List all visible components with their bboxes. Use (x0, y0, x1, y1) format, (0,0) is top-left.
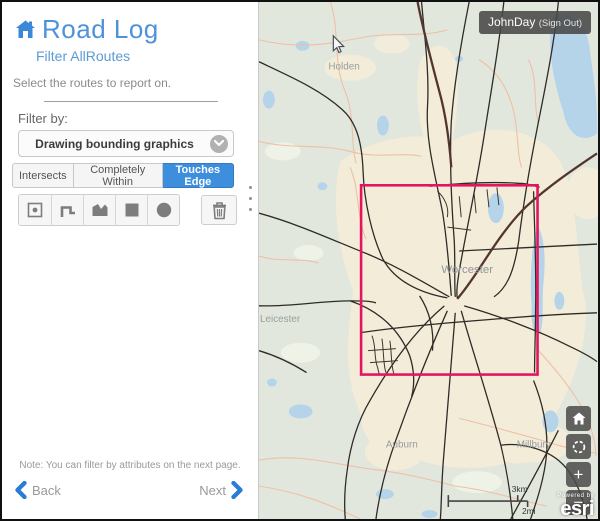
draw-polygon-button[interactable] (83, 195, 115, 225)
draw-circle-button[interactable] (147, 195, 179, 225)
draw-polyline-button[interactable] (51, 195, 83, 225)
user-badge[interactable]: JohnDay (Sign Out) (479, 11, 591, 34)
draw-rectangle-icon (124, 202, 140, 218)
dropdown-selected-value: Drawing bounding graphics (19, 137, 210, 151)
mode-intersects-button[interactable]: Intersects (12, 163, 74, 188)
trash-icon (211, 201, 228, 220)
panel-resize-handle[interactable] (249, 186, 252, 211)
sign-out-link[interactable]: (Sign Out) (539, 18, 582, 29)
label-worcester: Worcester (441, 264, 493, 276)
draw-point-icon (26, 201, 44, 219)
filter-allroutes-link[interactable]: Filter AllRoutes (2, 45, 258, 64)
label-leicester: Leicester (260, 314, 301, 325)
page-title: Road Log (42, 14, 159, 45)
scale-km-label: 3km (512, 484, 528, 494)
footer-note: Note: You can filter by attributes on th… (2, 460, 258, 481)
next-label: Next (199, 483, 226, 498)
label-millbury: Millbury (517, 439, 551, 450)
home-icon (15, 20, 36, 39)
home-icon (572, 412, 586, 425)
draw-polyline-icon (58, 200, 78, 220)
road-log-window: Road Log Filter AllRoutes Select the rou… (0, 0, 600, 521)
locate-icon (571, 439, 587, 455)
zoom-in-button[interactable]: + (566, 462, 591, 487)
chevron-left-icon (14, 481, 27, 499)
basemap: Holden Worcester Leicester Auburn Millbu… (259, 2, 598, 519)
locate-button[interactable] (566, 434, 591, 459)
draw-rectangle-button[interactable] (115, 195, 147, 225)
map-controls: + − (566, 406, 591, 515)
description-text: Select the routes to report on. (2, 64, 258, 90)
scale-mi-label: 2mi (522, 506, 536, 516)
wizard-nav: Back Next (2, 481, 258, 511)
label-holden: Holden (328, 62, 359, 73)
filter-by-label: Filter by: (2, 102, 258, 130)
draw-polygon-icon (90, 201, 110, 219)
mode-completely-within-button[interactable]: Completely Within (74, 163, 163, 188)
app-header: Road Log (2, 12, 258, 45)
draw-tool-group (18, 194, 180, 226)
back-label: Back (32, 483, 61, 498)
draw-toolbar (18, 194, 258, 226)
filter-method-dropdown[interactable]: Drawing bounding graphics (18, 130, 234, 157)
label-auburn: Auburn (386, 439, 418, 450)
mode-touches-edge-button[interactable]: Touches Edge (163, 163, 234, 188)
map-view[interactable]: Holden Worcester Leicester Auburn Millbu… (259, 2, 598, 519)
draw-point-button[interactable] (19, 195, 51, 225)
chevron-down-icon[interactable] (210, 135, 228, 153)
next-button[interactable]: Next (199, 481, 244, 499)
spatial-mode-group: Intersects Completely Within Touches Edg… (12, 163, 234, 188)
home-extent-button[interactable] (566, 406, 591, 431)
delete-graphics-button[interactable] (201, 195, 237, 225)
chevron-right-icon (231, 481, 244, 499)
back-button[interactable]: Back (14, 481, 61, 499)
zoom-out-button[interactable]: − (566, 490, 591, 515)
filter-panel: Road Log Filter AllRoutes Select the rou… (2, 2, 259, 519)
user-name: JohnDay (488, 15, 535, 29)
draw-circle-icon (155, 201, 173, 219)
